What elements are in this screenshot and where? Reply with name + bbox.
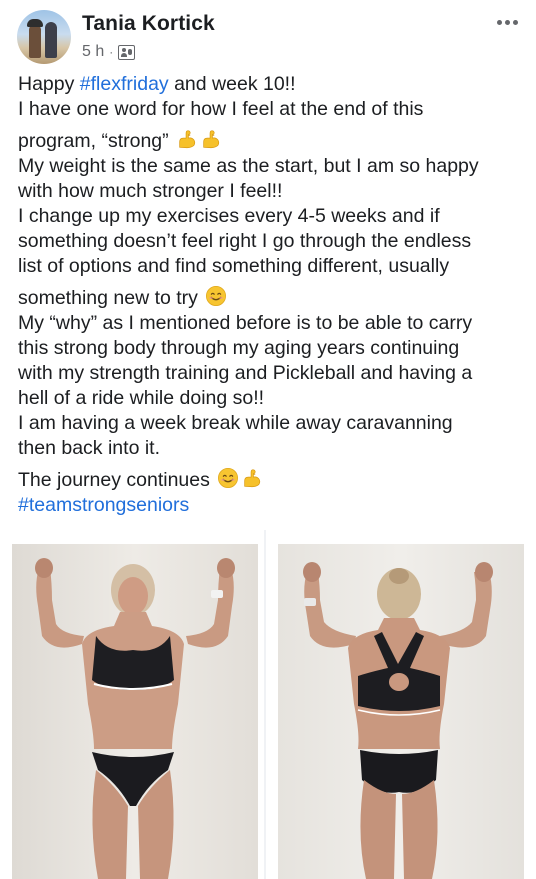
hashtag-flexfriday[interactable]: #flexfriday [80,73,169,95]
flexed-biceps-emoji [241,467,263,489]
post-line: something doesn’t feel right I go throug… [18,230,472,252]
meta-separator: · [109,45,114,59]
post-line: Happy #flexfriday and week 10!! [18,73,296,95]
flexed-biceps-emoji [200,128,222,150]
post-line: I am having a week break while away cara… [18,412,453,434]
smiling-face-emoji [205,285,227,307]
more-options-icon[interactable] [492,12,522,32]
friends-icon[interactable] [118,44,136,60]
author-avatar[interactable] [17,10,71,64]
post-meta: 5 h · [82,43,136,61]
post-time[interactable]: 5 h [82,43,104,61]
post-line: #teamstrongseniors [18,493,524,518]
post-line: program, “strong” [18,128,524,154]
smiling-face-emoji [217,467,239,489]
post-header: Tania Kortick 5 h · [0,0,536,68]
post-line: I change up my exercises every 4-5 weeks… [18,205,440,227]
hashtag-teamstrongseniors[interactable]: #teamstrongseniors [18,494,189,516]
front-view-photo[interactable] [12,544,258,879]
post-line: I have one word for how I feel at the en… [18,98,424,120]
flexed-biceps-emoji [176,128,198,150]
post-line: something new to try [18,285,524,311]
post-line: then back into it. [18,437,161,459]
post-line: My weight is the same as the start, but … [18,155,479,177]
photo-divider [264,530,266,879]
post-line: list of options and find something diffe… [18,255,450,277]
post-line: with my strength training and Pickleball… [18,362,473,384]
author-name[interactable]: Tania Kortick [82,12,215,36]
post-line: this strong body through my aging years … [18,337,460,359]
post-line: hell of a ride while doing so!! [18,387,265,409]
post-line: with how much stronger I feel!! [18,180,283,202]
post-line: The journey continues [18,467,524,493]
back-view-photo[interactable] [278,544,524,879]
post-text: Happy #flexfriday and week 10!! I have o… [18,72,524,518]
post-line: My “why” as I mentioned before is to be … [18,312,473,334]
